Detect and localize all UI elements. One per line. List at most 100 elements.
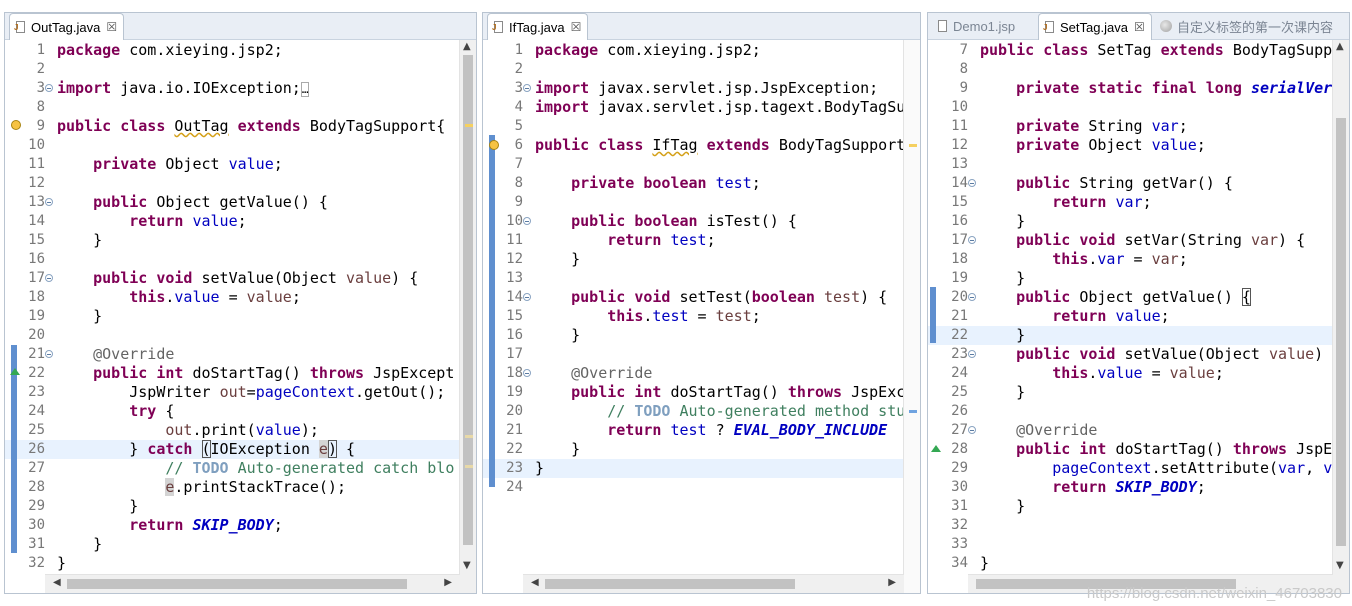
code-text[interactable]: public boolean isTest() { <box>535 212 797 231</box>
code-line[interactable]: 21 return test ? EVAL_BODY_INCLUDE <box>483 421 904 440</box>
fold-toggle-icon[interactable] <box>523 217 531 225</box>
code-line[interactable]: 14 public String getVar() { <box>928 174 1333 193</box>
scroll-down-arrow[interactable]: ▼ <box>463 560 471 571</box>
code-text[interactable]: return var; <box>980 193 1151 212</box>
code-line[interactable]: 31 } <box>5 535 460 554</box>
close-icon[interactable]: ☒ <box>1134 20 1145 34</box>
code-text[interactable]: public int doStartTag() throws JspExc <box>535 383 905 402</box>
code-line[interactable]: 16 } <box>483 326 904 345</box>
code-line[interactable]: 8 <box>928 60 1333 79</box>
code-text[interactable]: private Object value; <box>980 136 1206 155</box>
code-text[interactable]: public int doStartTag() throws JspExcept <box>57 364 454 383</box>
code-line[interactable]: 26 <box>928 402 1333 421</box>
close-icon[interactable]: ☒ <box>106 20 117 34</box>
code-text[interactable]: } <box>980 554 989 573</box>
code-line[interactable]: 9 public class OutTag extends BodyTagSupp… <box>5 117 460 136</box>
code-text[interactable]: @Override <box>57 345 174 364</box>
code-line[interactable]: 20 <box>5 326 460 345</box>
code-text[interactable]: this.value = value; <box>57 288 301 307</box>
tab-browser-page[interactable]: 自定义标签的第一次课内容 <box>1156 13 1339 39</box>
code-line[interactable]: 30 return SKIP_BODY; <box>5 516 460 535</box>
tab-outtag-java[interactable]: J OutTag.java ☒ <box>9 13 125 40</box>
code-text[interactable]: pageContext.setAttribute(var, va <box>980 459 1341 478</box>
fold-toggle-icon[interactable] <box>968 350 976 358</box>
fold-toggle-icon[interactable] <box>523 369 531 377</box>
code-line[interactable]: 26 } catch (IOException e) { <box>5 440 460 459</box>
code-text[interactable]: return SKIP_BODY; <box>980 478 1206 497</box>
code-text[interactable]: } <box>535 250 580 269</box>
code-line[interactable]: 8 <box>5 98 460 117</box>
code-line[interactable]: 14 return value; <box>5 212 460 231</box>
code-text[interactable]: public class SetTag extends BodyTagSuppo <box>980 41 1341 60</box>
code-text[interactable]: } <box>980 383 1025 402</box>
code-line[interactable]: 13 <box>928 155 1333 174</box>
horizontal-scrollbar[interactable]: ◀ ▶ <box>523 574 904 593</box>
fold-toggle-icon[interactable] <box>523 293 531 301</box>
scroll-up-arrow[interactable]: ▲ <box>1336 41 1344 52</box>
code-line[interactable]: 24 <box>483 478 904 497</box>
code-line[interactable]: 27 // TODO Auto-generated catch blo <box>5 459 460 478</box>
code-line[interactable]: 14 public void setTest(boolean test) { <box>483 288 904 307</box>
code-line[interactable]: 1 package com.xieying.jsp2; <box>5 41 460 60</box>
code-text[interactable]: out.print(value); <box>57 421 319 440</box>
code-text[interactable]: JspWriter out=pageContext.getOut(); <box>57 383 445 402</box>
code-text[interactable]: public void setValue(Object value) { <box>57 269 418 288</box>
code-text[interactable]: this.test = test; <box>535 307 761 326</box>
code-line[interactable]: 28 public int doStartTag() throws JspExc <box>928 440 1349 459</box>
code-text[interactable]: this.value = value; <box>980 364 1224 383</box>
code-line[interactable]: 16 } <box>928 212 1333 231</box>
code-line[interactable]: 29 } <box>5 497 460 516</box>
code-line[interactable]: 32 <box>928 516 1333 535</box>
code-text[interactable]: } <box>980 497 1025 516</box>
code-text[interactable]: } catch (IOException e) { <box>57 440 355 459</box>
scroll-thumb[interactable] <box>1336 118 1346 546</box>
warning-icon[interactable] <box>489 140 499 150</box>
fold-toggle-icon[interactable] <box>523 84 531 92</box>
scroll-right-arrow[interactable]: ▶ <box>888 577 896 588</box>
code-text[interactable]: } <box>57 307 102 326</box>
fold-toggle-icon[interactable] <box>45 198 53 206</box>
code-text[interactable]: // TODO Auto-generated catch blo <box>57 459 454 478</box>
code-text[interactable]: return SKIP_BODY; <box>57 516 283 535</box>
code-text[interactable]: try { <box>57 402 174 421</box>
tab-settag-java[interactable]: J SetTag.java ☒ <box>1038 13 1152 40</box>
code-line[interactable]: 3 import java.io.IOException;… <box>5 79 460 98</box>
code-text[interactable]: // TODO Auto-generated method stu <box>535 402 905 421</box>
code-line[interactable]: 12 } <box>483 250 904 269</box>
code-line[interactable]: 25 out.print(value); <box>5 421 460 440</box>
code-line[interactable]: 34} <box>928 554 1333 573</box>
code-text[interactable]: e.printStackTrace(); <box>57 478 346 497</box>
code-line[interactable]: 9 <box>483 193 904 212</box>
code-line[interactable]: 11 private Object value; <box>5 155 460 174</box>
code-text[interactable]: } <box>535 440 580 459</box>
code-text[interactable]: return test; <box>535 231 715 250</box>
code-text[interactable]: } <box>980 326 1025 345</box>
code-line[interactable]: 12 <box>5 174 460 193</box>
code-editor[interactable]: 7 public class SetTag extends BodyTagSupp… <box>928 40 1349 575</box>
code-text[interactable]: } <box>57 231 102 250</box>
code-line[interactable]: 2 <box>5 60 460 79</box>
code-line[interactable]: 21 return value; <box>928 307 1333 326</box>
code-editor[interactable]: 1 package com.xieying.jsp2; 2 3 import java.… <box>5 40 476 575</box>
code-line[interactable]: 18 @Override <box>483 364 904 383</box>
vertical-scrollbar[interactable] <box>903 40 920 593</box>
code-line[interactable]: 22 } <box>928 326 1333 345</box>
code-line[interactable]: 20 // TODO Auto-generated method stu <box>483 402 905 421</box>
code-text[interactable]: @Override <box>535 364 652 383</box>
fold-toggle-icon[interactable] <box>968 179 976 187</box>
code-line[interactable]: 17 <box>483 345 904 364</box>
scroll-left-arrow[interactable]: ◀ <box>531 577 539 588</box>
code-line[interactable]: 1 package com.xieying.jsp2; <box>483 41 904 60</box>
code-text[interactable]: public void setTest(boolean test) { <box>535 288 887 307</box>
code-line[interactable]: 6 public class IfTag extends BodyTagSuppo… <box>483 136 906 155</box>
code-line[interactable]: 13 public Object getValue() { <box>5 193 460 212</box>
scroll-thumb[interactable] <box>545 579 795 589</box>
code-line[interactable]: 2 <box>483 60 904 79</box>
code-line[interactable]: 10 public boolean isTest() { <box>483 212 904 231</box>
vertical-scrollbar[interactable]: ▲ ▼ <box>1332 40 1349 593</box>
code-line[interactable]: 21 @Override <box>5 345 460 364</box>
scroll-thumb[interactable] <box>67 579 407 589</box>
code-line[interactable]: 19 } <box>5 307 460 326</box>
code-line[interactable]: 24 try { <box>5 402 460 421</box>
code-text[interactable]: private Object value; <box>57 155 283 174</box>
